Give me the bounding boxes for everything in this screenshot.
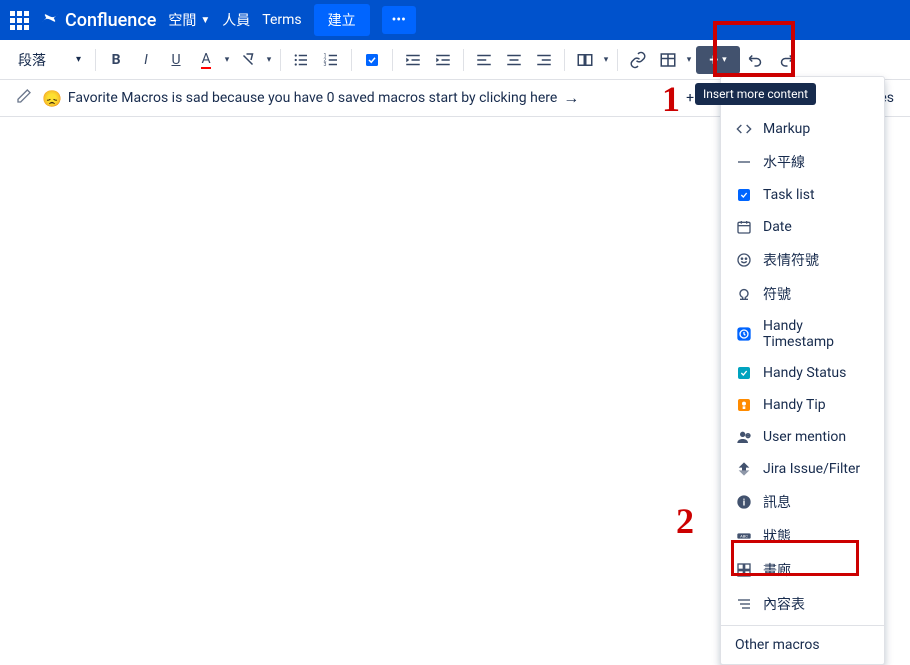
dropdown-item-mention[interactable]: User mention — [721, 421, 884, 453]
separator — [617, 49, 618, 71]
toc-icon — [735, 595, 753, 613]
more-button[interactable]: ••• — [382, 6, 416, 34]
clear-formatting-button[interactable] — [234, 46, 262, 74]
undo-button[interactable] — [742, 46, 770, 74]
dropdown-item-tasklist[interactable]: Task list — [721, 179, 884, 211]
favorite-macros-message[interactable]: 😞 Favorite Macros is sad because you hav… — [42, 88, 676, 108]
table-button[interactable] — [654, 46, 682, 74]
dropdown-item-emoji[interactable]: 表情符號 — [721, 243, 884, 277]
horizontal-rule-icon — [735, 153, 753, 171]
app-switcher-icon[interactable] — [10, 11, 29, 30]
confluence-logo[interactable]: Confluence — [41, 9, 156, 32]
jira-icon — [735, 460, 753, 478]
separator — [280, 49, 281, 71]
nav-spaces[interactable]: 空間 ▼ — [168, 10, 210, 30]
plus-icon: + — [686, 90, 694, 106]
editor-toolbar: 段落 ▾ B I U A ▾ ▾ 123 ▾ ▾ + ▾ — [0, 40, 910, 80]
layout-dropdown[interactable]: ▾ — [601, 46, 611, 74]
tip-icon — [735, 396, 753, 414]
link-button[interactable] — [624, 46, 652, 74]
separator — [564, 49, 565, 71]
outdent-button[interactable] — [399, 46, 427, 74]
dropdown-item-jira[interactable]: Jira Issue/Filter — [721, 453, 884, 485]
calendar-icon — [735, 218, 753, 236]
nav-terms[interactable]: Terms — [262, 12, 301, 28]
emoji-icon — [735, 251, 753, 269]
insert-more-button[interactable]: + ▾ — [696, 46, 740, 74]
code-icon — [735, 120, 753, 138]
status-icon — [735, 364, 753, 382]
chevron-down-icon: ▼ — [200, 15, 210, 26]
bold-button[interactable]: B — [102, 46, 130, 74]
status-lozenge-icon: ABC — [735, 527, 753, 545]
table-dropdown[interactable]: ▾ — [684, 46, 694, 74]
dropdown-item-timestamp[interactable]: Handy Timestamp — [721, 311, 884, 357]
underline-button[interactable]: U — [162, 46, 190, 74]
align-left-button[interactable] — [470, 46, 498, 74]
app-header: Confluence 空間 ▼ 人員 Terms 建立 ••• — [0, 0, 910, 40]
bullet-list-button[interactable] — [287, 46, 315, 74]
clock-icon — [735, 325, 753, 343]
svg-text:3: 3 — [324, 62, 327, 68]
dropdown-item-toc[interactable]: 內容表 — [721, 587, 884, 621]
text-color-button[interactable]: A — [192, 46, 220, 74]
layout-button[interactable] — [571, 46, 599, 74]
sad-emoji-icon: 😞 — [42, 89, 62, 108]
gallery-icon — [735, 561, 753, 579]
indent-button[interactable] — [429, 46, 457, 74]
dropdown-item-markup[interactable]: Markup — [721, 113, 884, 145]
dropdown-item-date[interactable]: Date — [721, 211, 884, 243]
numbered-list-button[interactable]: 123 — [317, 46, 345, 74]
symbol-icon — [735, 285, 753, 303]
dropdown-item-status[interactable]: Handy Status — [721, 357, 884, 389]
svg-text:ABC: ABC — [740, 533, 748, 538]
nav-people[interactable]: 人員 — [222, 10, 250, 30]
dropdown-item-status-lozenge[interactable]: ABC 狀態 — [721, 519, 884, 553]
plus-icon: + — [709, 50, 718, 69]
align-right-button[interactable] — [530, 46, 558, 74]
product-name: Confluence — [65, 10, 156, 31]
create-button[interactable]: 建立 — [314, 4, 370, 36]
annotation-2: 2 — [676, 500, 694, 542]
dropdown-item-other-macros[interactable]: Other macros — [721, 630, 884, 660]
paragraph-style-select[interactable]: 段落 ▾ — [10, 46, 89, 74]
text-color-dropdown[interactable]: ▾ — [222, 46, 232, 74]
more-formatting-dropdown[interactable]: ▾ — [264, 46, 274, 74]
redo-button[interactable] — [772, 46, 800, 74]
italic-button[interactable]: I — [132, 46, 160, 74]
dropdown-item-hr[interactable]: 水平線 — [721, 145, 884, 179]
task-list-button[interactable] — [358, 46, 386, 74]
separator — [463, 49, 464, 71]
info-icon: i — [735, 493, 753, 511]
dropdown-item-info[interactable]: i 訊息 — [721, 485, 884, 519]
separator — [351, 49, 352, 71]
chevron-down-icon: ▾ — [76, 54, 81, 65]
separator — [392, 49, 393, 71]
edit-icon[interactable] — [16, 88, 32, 108]
insert-more-tooltip: Insert more content — [695, 83, 816, 105]
confluence-icon — [41, 9, 59, 32]
svg-text:i: i — [743, 497, 745, 508]
mention-icon — [735, 428, 753, 446]
dropdown-item-symbol[interactable]: 符號 — [721, 277, 884, 311]
separator — [95, 49, 96, 71]
insert-dropdown: Link Markup 水平線 Task list Date 表情符號 符號 H… — [720, 76, 885, 665]
divider — [721, 625, 884, 626]
tasklist-icon — [735, 186, 753, 204]
align-center-button[interactable] — [500, 46, 528, 74]
dropdown-item-gallery[interactable]: 畫廊 — [721, 553, 884, 587]
dropdown-item-tip[interactable]: Handy Tip — [721, 389, 884, 421]
chevron-down-icon: ▾ — [722, 55, 727, 65]
arrow-right-icon: → — [563, 88, 579, 108]
